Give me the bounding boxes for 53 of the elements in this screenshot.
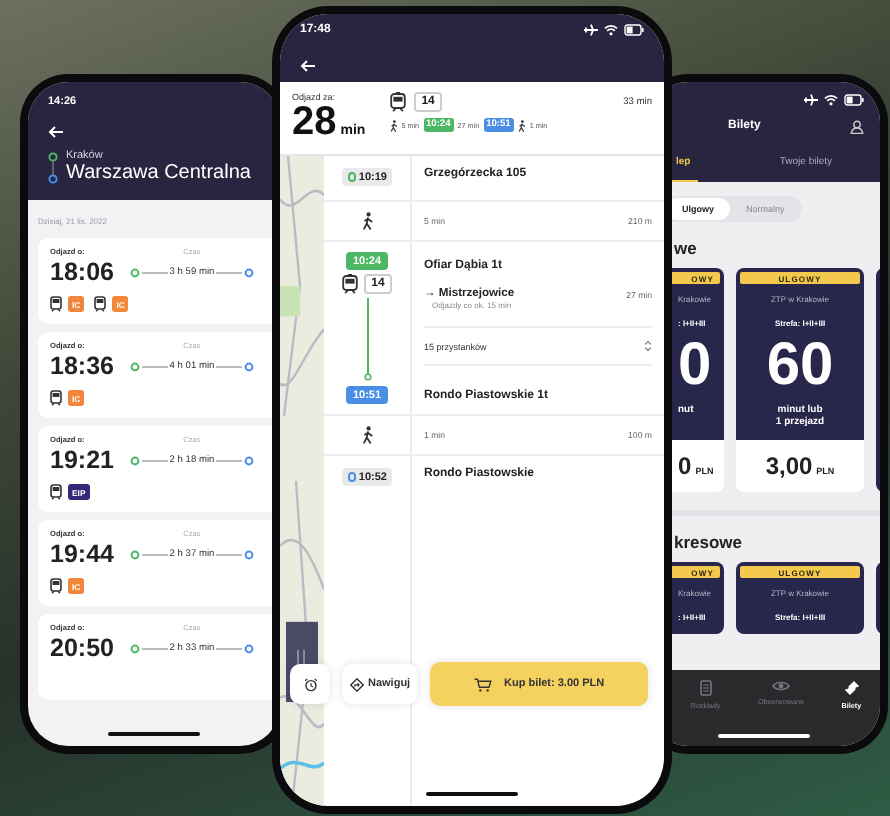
origin-dot-icon [130, 361, 140, 371]
alarm-button[interactable] [290, 664, 330, 704]
route-track-icon [363, 298, 371, 382]
wifi-icon [604, 24, 618, 36]
train-icon [50, 296, 62, 312]
account-icon[interactable] [850, 119, 864, 133]
schedule-icon [699, 680, 712, 696]
tram-icon [389, 92, 406, 112]
origin-dot-icon [130, 455, 140, 465]
section-heading: kresowe [674, 532, 745, 552]
ticket-icon [843, 680, 860, 696]
eye-icon [771, 680, 790, 692]
departure-time: 19:21 [50, 446, 116, 474]
departure-time: 19:44 [50, 540, 116, 568]
walking-person-icon [389, 119, 398, 131]
walking-person-icon [361, 426, 373, 444]
destination-label: Warszawa Centralna [66, 162, 251, 184]
destination-dot-icon [244, 549, 254, 559]
route-line-icon [48, 151, 58, 183]
origin-dot-icon [130, 549, 140, 559]
departure-time: 18:06 [50, 258, 116, 286]
back-arrow-icon[interactable] [300, 60, 316, 72]
up-down-chevron-icon [644, 340, 652, 352]
walking-person-icon [361, 212, 373, 230]
ticket-duration-value: 60 [766, 336, 834, 396]
battery-icon [844, 93, 864, 105]
destination-dot-icon [244, 361, 254, 371]
back-arrow-icon[interactable] [48, 126, 64, 138]
ticket-price: 0 [678, 452, 692, 480]
train-icon [50, 390, 62, 406]
departure-time: 20:50 [50, 634, 116, 662]
destination-dot-icon [244, 455, 254, 465]
walking-person-icon [517, 119, 526, 131]
airplane-icon [804, 93, 818, 105]
tram-icon [341, 274, 358, 294]
minutes-value: 28 [292, 102, 337, 142]
battery-icon [624, 24, 644, 36]
train-icon [50, 578, 62, 594]
origin-dot-icon [130, 267, 140, 277]
wifi-icon [824, 93, 838, 105]
alarm-clock-icon [303, 677, 317, 691]
airplane-icon [584, 24, 598, 36]
origin-dot-icon [130, 643, 140, 653]
ticket-duration-value: 0 [678, 336, 712, 396]
departure-time: 18:36 [50, 352, 116, 380]
train-icon [94, 296, 107, 312]
destination-dot-icon [244, 643, 254, 653]
cart-icon [473, 677, 492, 691]
ticket-price: 3,00 [765, 452, 813, 480]
section-heading: we [674, 238, 699, 258]
navigation-icon [350, 677, 364, 691]
destination-dot-icon [244, 267, 254, 277]
train-icon [50, 484, 62, 500]
